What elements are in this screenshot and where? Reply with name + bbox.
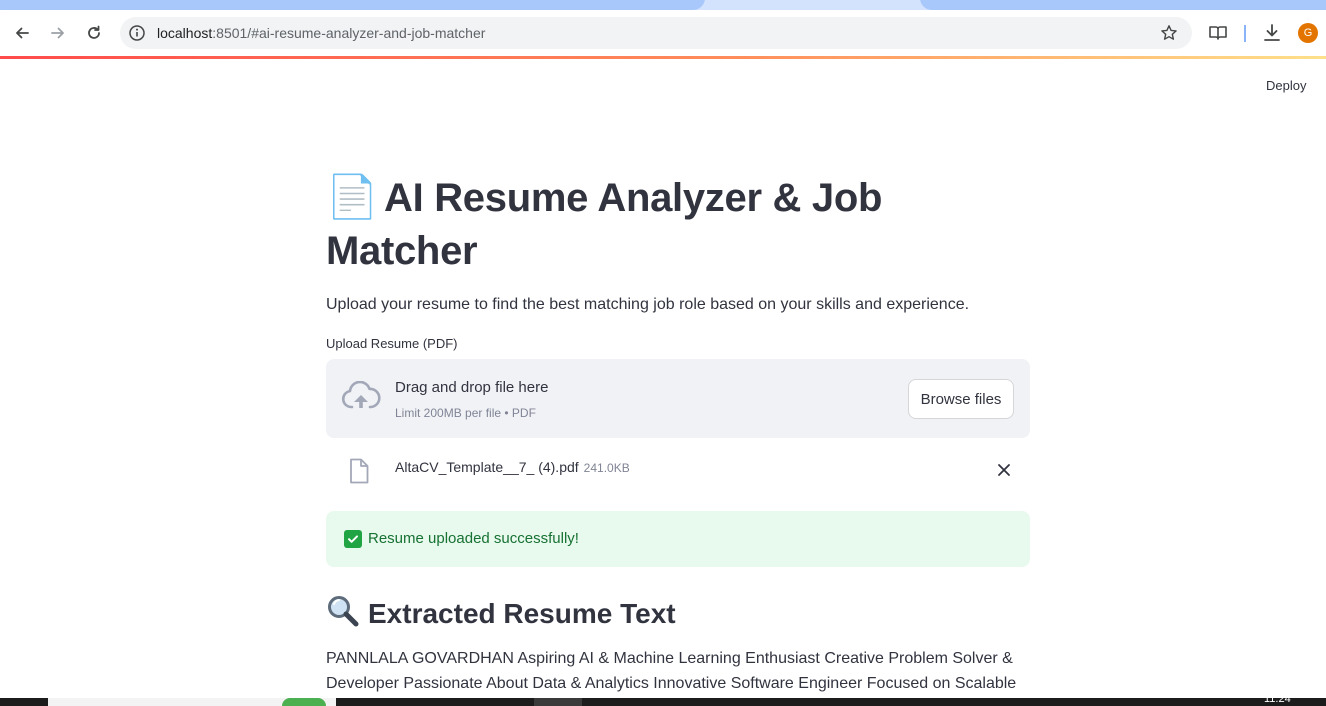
extracted-text-heading-text: Extracted Resume Text bbox=[368, 598, 676, 629]
streamlit-header-decoration bbox=[0, 56, 1326, 59]
url-text[interactable]: localhost:8501/#ai-resume-analyzer-and-j… bbox=[157, 25, 485, 41]
browse-files-button[interactable]: Browse files bbox=[908, 379, 1014, 419]
magnifying-glass-icon bbox=[328, 596, 359, 627]
download-icon[interactable] bbox=[1262, 23, 1282, 43]
profile-avatar[interactable]: G bbox=[1298, 23, 1318, 43]
page-facing-up-icon: 📄 bbox=[326, 172, 378, 221]
browser-tab-active[interactable] bbox=[0, 0, 705, 10]
uploaded-file-item: AltaCV_Template__7_ (4).pdf 241.0KB bbox=[326, 438, 1030, 502]
file-uploader-label: Upload Resume (PDF) bbox=[326, 336, 458, 351]
success-alert: Resume uploaded successfully! bbox=[326, 511, 1030, 567]
url-path: :8501/#ai-resume-analyzer-and-job-matche… bbox=[212, 25, 486, 41]
page-subtitle: Upload your resume to find the best matc… bbox=[326, 296, 970, 313]
deploy-button[interactable]: Deploy bbox=[1258, 76, 1314, 95]
check-mark-icon bbox=[344, 530, 362, 548]
browser-tab-strip bbox=[0, 0, 1326, 10]
uploaded-file-size: 241.0KB bbox=[583, 461, 630, 475]
back-arrow-icon[interactable] bbox=[9, 20, 35, 46]
extracted-resume-text: PANNLALA GOVARDHAN Aspiring AI & Machine… bbox=[326, 650, 1017, 706]
taskbar-clock[interactable]: 11:24 bbox=[1264, 693, 1291, 705]
taskbar-widget-icon[interactable] bbox=[282, 698, 326, 706]
os-taskbar: 11:24 bbox=[0, 693, 1326, 706]
url-host: localhost bbox=[157, 25, 213, 41]
main-content: 📄 AI Resume Analyzer & Job Matcher Upload… bbox=[326, 170, 1030, 706]
browser-tab[interactable] bbox=[920, 0, 1326, 10]
cloud-upload-icon bbox=[341, 381, 381, 409]
taskbar-app-icon[interactable] bbox=[534, 698, 582, 706]
uploaded-file-name-text: AltaCV_Template__7_ (4).pdf bbox=[395, 459, 579, 475]
file-dropzone[interactable]: Drag and drop file here Limit 200MB per … bbox=[326, 359, 1030, 438]
file-icon bbox=[350, 458, 369, 484]
success-message: Resume uploaded successfully! bbox=[368, 530, 579, 547]
site-info-icon[interactable] bbox=[128, 24, 146, 42]
page-title: 📄 AI Resume Analyzer & Job Matcher bbox=[326, 170, 1030, 278]
address-bar[interactable]: localhost:8501/#ai-resume-analyzer-and-j… bbox=[120, 17, 1192, 49]
uploaded-file-name: AltaCV_Template__7_ (4).pdf 241.0KB bbox=[395, 459, 630, 475]
dropzone-instructions: Drag and drop file here bbox=[395, 379, 549, 396]
reading-mode-icon[interactable] bbox=[1208, 23, 1228, 43]
close-icon[interactable] bbox=[996, 462, 1012, 478]
toolbar-separator bbox=[1244, 25, 1246, 42]
forward-arrow-icon[interactable] bbox=[45, 20, 71, 46]
page-title-text: AI Resume Analyzer & Job Matcher bbox=[326, 176, 883, 273]
star-icon[interactable] bbox=[1160, 24, 1178, 42]
browser-toolbar: localhost:8501/#ai-resume-analyzer-and-j… bbox=[0, 10, 1326, 56]
reload-icon[interactable] bbox=[81, 20, 107, 46]
extracted-text-heading: Extracted Resume Text bbox=[326, 594, 1030, 632]
dropzone-limit-text: Limit 200MB per file • PDF bbox=[395, 406, 536, 420]
